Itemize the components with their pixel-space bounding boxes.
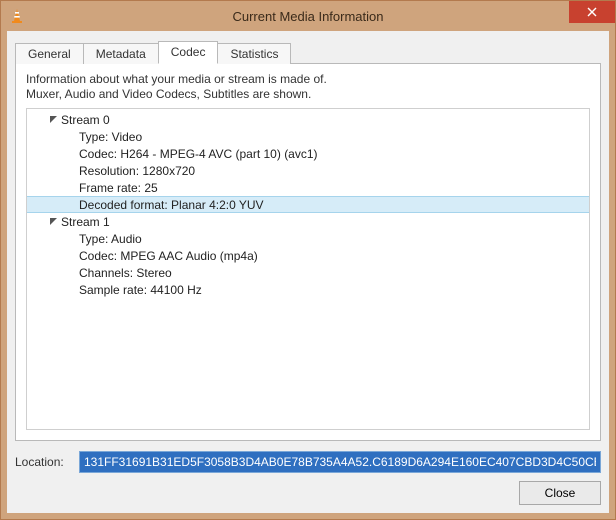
stream-property-label: Codec: H264 - MPEG-4 AVC (part 10) (avc1… <box>79 147 318 161</box>
window-close-button[interactable] <box>569 1 615 23</box>
collapse-icon[interactable] <box>47 216 59 228</box>
stream-property-row[interactable]: Codec: H264 - MPEG-4 AVC (part 10) (avc1… <box>27 145 589 162</box>
stream-header[interactable]: Stream 0 <box>27 111 589 128</box>
tab-statistics[interactable]: Statistics <box>217 43 291 64</box>
titlebar: Current Media Information <box>1 1 615 31</box>
stream-property-row[interactable]: Type: Audio <box>27 230 589 247</box>
stream-name: Stream 0 <box>61 113 110 127</box>
stream-property-row[interactable]: Type: Video <box>27 128 589 145</box>
client-area: General Metadata Codec Statistics Inform… <box>1 31 615 519</box>
tab-codec[interactable]: Codec <box>158 41 219 64</box>
stream-property-row[interactable]: Codec: MPEG AAC Audio (mp4a) <box>27 247 589 264</box>
info-text: Information about what your media or str… <box>26 72 590 102</box>
location-bar: Location: <box>15 451 601 473</box>
tab-general[interactable]: General <box>15 43 84 64</box>
tab-metadata[interactable]: Metadata <box>83 43 159 64</box>
dialog-buttons: Close <box>15 481 601 505</box>
info-line-1: Information about what your media or str… <box>26 72 327 86</box>
stream-property-label: Type: Video <box>79 130 142 144</box>
codec-tree[interactable]: Stream 0 Type: Video Codec: H264 - MPEG-4 … <box>26 108 590 430</box>
stream-property-row[interactable]: Channels: Stereo <box>27 264 589 281</box>
stream-property-label: Type: Audio <box>79 232 142 246</box>
tabstrip: General Metadata Codec Statistics <box>15 39 601 63</box>
stream-property-label: Codec: MPEG AAC Audio (mp4a) <box>79 249 258 263</box>
stream-property-label: Resolution: 1280x720 <box>79 164 195 178</box>
stream-property-row[interactable]: Decoded format: Planar 4:2:0 YUV <box>27 196 589 213</box>
stream-property-label: Sample rate: 44100 Hz <box>79 283 202 297</box>
collapse-icon[interactable] <box>47 114 59 126</box>
close-icon <box>587 7 597 17</box>
location-label: Location: <box>15 455 71 469</box>
stream-property-row[interactable]: Sample rate: 44100 Hz <box>27 281 589 298</box>
close-button[interactable]: Close <box>519 481 601 505</box>
stream-property-row[interactable]: Resolution: 1280x720 <box>27 162 589 179</box>
location-input[interactable] <box>79 451 601 473</box>
codec-tabpane: Information about what your media or str… <box>15 63 601 441</box>
stream-property-row[interactable]: Frame rate: 25 <box>27 179 589 196</box>
media-info-window: Current Media Information General Metada… <box>0 0 616 520</box>
stream-property-label: Channels: Stereo <box>79 266 172 280</box>
window-title: Current Media Information <box>25 9 615 24</box>
vlc-cone-icon <box>9 8 25 24</box>
info-line-2: Muxer, Audio and Video Codecs, Subtitles… <box>26 87 311 101</box>
stream-property-label: Decoded format: Planar 4:2:0 YUV <box>79 198 264 212</box>
stream-name: Stream 1 <box>61 215 110 229</box>
stream-header[interactable]: Stream 1 <box>27 213 589 230</box>
stream-property-label: Frame rate: 25 <box>79 181 158 195</box>
